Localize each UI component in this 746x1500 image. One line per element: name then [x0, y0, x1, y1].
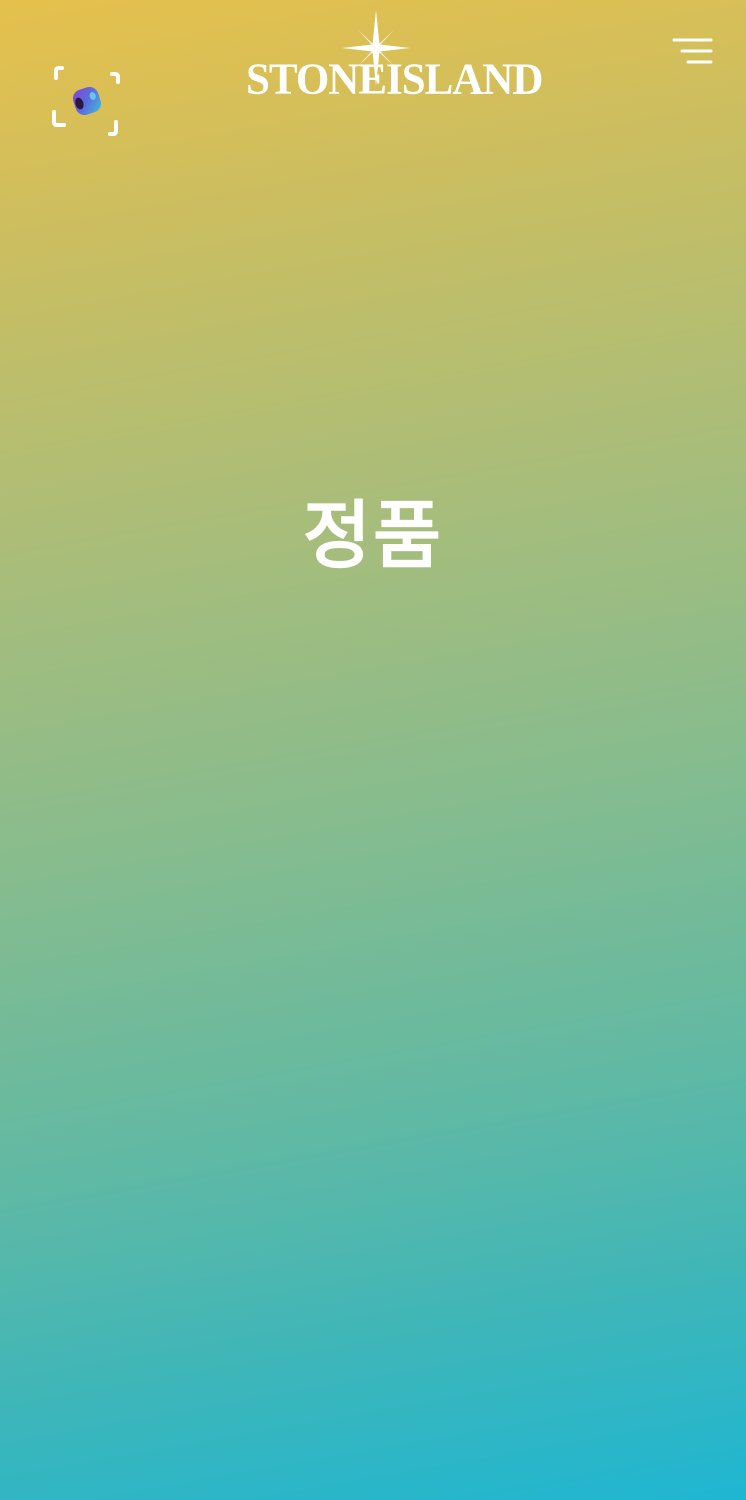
- logo-word-stone: STONE: [246, 55, 387, 104]
- logo-word-island: ISLAND: [386, 55, 543, 104]
- stone-island-logo[interactable]: STONE ISLAND: [246, 8, 543, 104]
- authenticity-screen: STONE ISLAND 정품: [0, 0, 746, 1500]
- authentic-headline: 정품: [302, 493, 444, 579]
- hamburger-menu-icon: [672, 38, 713, 64]
- camera-scan-icon: [52, 66, 120, 136]
- menu-button[interactable]: [668, 34, 716, 70]
- scan-button[interactable]: [50, 64, 124, 138]
